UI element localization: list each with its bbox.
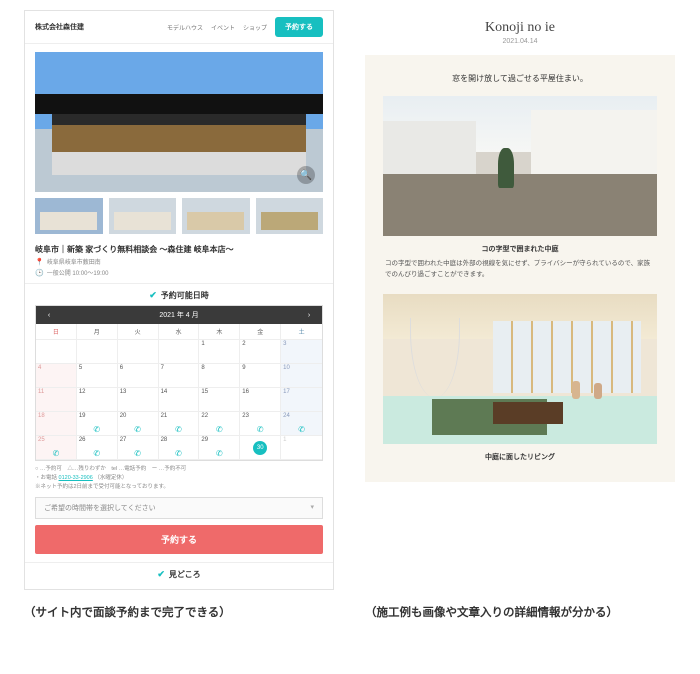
- thumbnail[interactable]: [256, 198, 324, 234]
- calendar-cell[interactable]: 11: [36, 388, 77, 412]
- calendar-cell[interactable]: 28✆: [159, 436, 200, 460]
- calendar-cell[interactable]: 12: [77, 388, 118, 412]
- clock-icon: 🕒: [35, 269, 44, 277]
- thumbnail[interactable]: [35, 198, 103, 234]
- calendar-dow: 日: [36, 324, 77, 340]
- article-image-2: [383, 294, 657, 444]
- header-reserve-button[interactable]: 予約する: [275, 17, 323, 37]
- calendar-cell[interactable]: 21✆: [159, 412, 200, 436]
- phone-icon: ✆: [199, 449, 239, 458]
- nav-item[interactable]: イベント: [211, 23, 235, 32]
- calendar-month-label: 2021 年 4 月: [159, 310, 198, 320]
- calendar-dow: 水: [159, 324, 200, 340]
- article-title: Konoji no ie: [365, 10, 675, 38]
- calendar-cell: [159, 340, 200, 364]
- time-slot-select[interactable]: ご希望の時間帯を選択してください: [35, 497, 323, 519]
- section-highlights-heading: ✔ 見どころ: [25, 562, 333, 584]
- site-header: 株式会社森住建 モデルハウス イベント ショップ 予約する: [25, 11, 333, 44]
- calendar-cell[interactable]: 30: [240, 436, 281, 460]
- calendar-cell[interactable]: 13: [118, 388, 159, 412]
- calendar-cell[interactable]: 29✆: [199, 436, 240, 460]
- article-body: 窓を開け放して過ごせる平屋住まい。 コの字型で囲まれた中庭 コの字型で囲われた中…: [365, 55, 675, 482]
- image-1-caption: コの字型で囲まれた中庭: [383, 242, 657, 258]
- event-title: 岐阜市｜新築 家づくり無料相談会 ～森住建 岐阜本店～: [25, 240, 333, 257]
- event-location: 📍 岐阜県岐阜市薮田南: [25, 257, 333, 268]
- right-caption: （施工例も画像や文章入りの詳細情報が分かる）: [365, 604, 676, 622]
- calendar-dow: 月: [77, 324, 118, 340]
- thumbnail[interactable]: [109, 198, 177, 234]
- brand: 株式会社森住建: [35, 22, 84, 32]
- reserve-button[interactable]: 予約する: [35, 525, 323, 554]
- article-panel: Konoji no ie 2021.04.14 窓を開け放して過ごせる平屋住まい…: [365, 10, 675, 590]
- calendar-cell[interactable]: 27✆: [118, 436, 159, 460]
- article-date: 2021.04.14: [365, 38, 675, 55]
- calendar-cell[interactable]: 22✆: [199, 412, 240, 436]
- calendar-legend: ○ …予約可 △…残りわずか tel …電話予約 ー …予約不可 ・お電話 01…: [25, 461, 333, 495]
- calendar-dow: 土: [281, 324, 322, 340]
- phone-icon: ✆: [281, 425, 322, 434]
- phone-icon: ✆: [240, 425, 280, 434]
- next-month-button[interactable]: ›: [302, 312, 316, 319]
- calendar-cell[interactable]: 18: [36, 412, 77, 436]
- calendar-dow: 木: [199, 324, 240, 340]
- thumbnail[interactable]: [182, 198, 250, 234]
- phone-link[interactable]: 0120-33-2906: [59, 475, 93, 481]
- calendar-cell[interactable]: 5: [77, 364, 118, 388]
- calendar-cell[interactable]: 15: [199, 388, 240, 412]
- calendar-cell[interactable]: 1: [199, 340, 240, 364]
- calendar-cell[interactable]: 26✆: [77, 436, 118, 460]
- calendar-cell[interactable]: 14: [159, 388, 200, 412]
- phone-icon: ✆: [118, 425, 158, 434]
- image-2-caption: 中庭に面したリビング: [383, 448, 657, 462]
- calendar-cell[interactable]: 1: [281, 436, 322, 460]
- calendar-cell[interactable]: 10: [281, 364, 322, 388]
- calendar-cell: [36, 340, 77, 364]
- calendar-cell[interactable]: 8: [199, 364, 240, 388]
- calendar-cell[interactable]: 9: [240, 364, 281, 388]
- pin-icon: 📍: [35, 258, 44, 266]
- calendar-dow: 金: [240, 324, 281, 340]
- calendar-cell[interactable]: 20✆: [118, 412, 159, 436]
- phone-icon: ✆: [36, 449, 76, 458]
- article-image-1: [383, 96, 657, 236]
- booking-site-panel: 株式会社森住建 モデルハウス イベント ショップ 予約する 🔍 岐阜市｜新築 家…: [24, 10, 334, 590]
- calendar-cell[interactable]: 7: [159, 364, 200, 388]
- calendar-dow: 火: [118, 324, 159, 340]
- calendar-cell[interactable]: 24✆: [281, 412, 322, 436]
- calendar: ‹ 2021 年 4 月 › 日月火水木金土 12345678910111213…: [35, 305, 323, 461]
- event-time: 🕒 一般公開 10:00～19:00: [25, 268, 333, 279]
- calendar-cell[interactable]: 19✆: [77, 412, 118, 436]
- phone-icon: ✆: [159, 449, 199, 458]
- calendar-cell[interactable]: 16: [240, 388, 281, 412]
- calendar-cell[interactable]: 4: [36, 364, 77, 388]
- check-icon: ✔: [157, 569, 165, 580]
- calendar-cell[interactable]: 25✆: [36, 436, 77, 460]
- phone-icon: ✆: [77, 449, 117, 458]
- nav-item[interactable]: モデルハウス: [167, 23, 203, 32]
- phone-icon: ✆: [199, 425, 239, 434]
- magnify-icon[interactable]: 🔍: [297, 166, 315, 184]
- hero-image: 🔍: [35, 52, 323, 192]
- phone-icon: ✆: [159, 425, 199, 434]
- calendar-cell[interactable]: 2: [240, 340, 281, 364]
- calendar-cell[interactable]: 6: [118, 364, 159, 388]
- left-caption: （サイト内で面談予約まで完了できる）: [24, 604, 335, 622]
- image-1-description: コの字型で囲われた中庭は外部の視線を気にせず、プライバシーが守られているので、家…: [383, 258, 657, 294]
- top-nav: モデルハウス イベント ショップ 予約する: [167, 17, 323, 37]
- prev-month-button[interactable]: ‹: [42, 312, 56, 319]
- phone-icon: ✆: [77, 425, 117, 434]
- calendar-cell: [118, 340, 159, 364]
- calendar-cell[interactable]: 17: [281, 388, 322, 412]
- check-icon: ✔: [149, 290, 157, 301]
- article-lead: 窓を開け放して過ごせる平屋住まい。: [383, 69, 657, 96]
- calendar-cell[interactable]: 23✆: [240, 412, 281, 436]
- calendar-header: ‹ 2021 年 4 月 ›: [36, 306, 322, 324]
- nav-item[interactable]: ショップ: [243, 23, 267, 32]
- thumbnail-row: [25, 198, 333, 240]
- phone-icon: ✆: [118, 449, 158, 458]
- section-available-heading: ✔ 予約可能日時: [25, 283, 333, 305]
- calendar-cell: [77, 340, 118, 364]
- calendar-cell[interactable]: 3: [281, 340, 322, 364]
